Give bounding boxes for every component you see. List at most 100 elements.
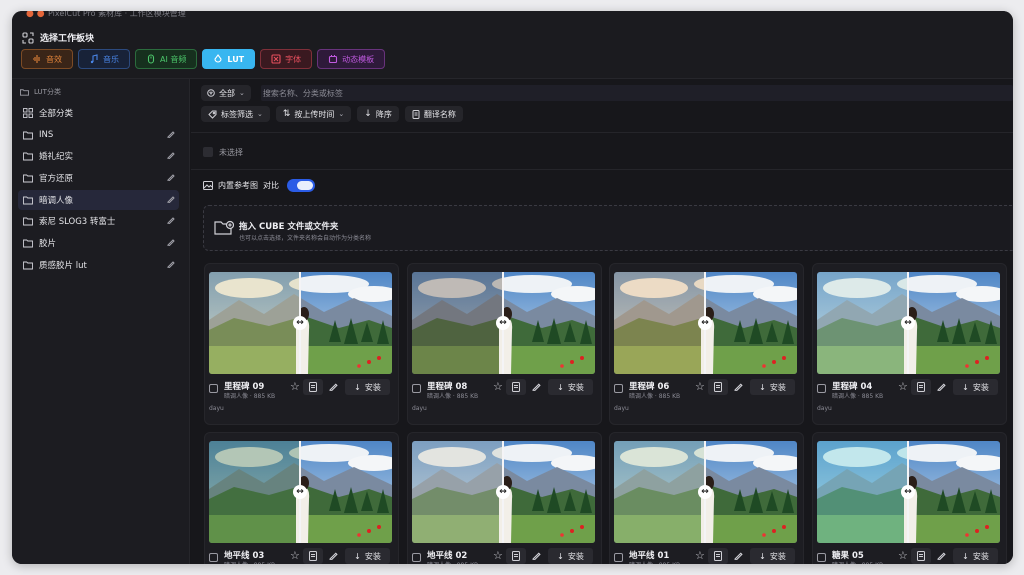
sidebar-item-1[interactable]: INS bbox=[18, 125, 179, 145]
sidebar-item-6[interactable]: 胶片 bbox=[18, 233, 179, 253]
card-checkbox[interactable] bbox=[614, 553, 623, 562]
star-icon[interactable]: ☆ bbox=[695, 549, 705, 562]
card-checkbox[interactable] bbox=[412, 384, 421, 393]
star-icon[interactable]: ☆ bbox=[493, 380, 503, 393]
card-checkbox[interactable] bbox=[209, 553, 218, 562]
install-button[interactable]: ↓ 安装 bbox=[953, 379, 998, 395]
star-icon[interactable]: ☆ bbox=[290, 380, 300, 393]
tab-0[interactable]: 音效 bbox=[21, 49, 73, 69]
star-icon[interactable]: ☆ bbox=[898, 380, 908, 393]
tab-1[interactable]: 音乐 bbox=[78, 49, 130, 69]
pencil-icon[interactable] bbox=[329, 382, 338, 391]
pencil-icon[interactable] bbox=[937, 382, 946, 391]
compare-handle-icon[interactable]: ↔ bbox=[698, 485, 712, 499]
tab-5[interactable]: 动态模板 bbox=[317, 49, 386, 69]
tab-4[interactable]: 字体 bbox=[260, 49, 313, 69]
lut-card[interactable]: ↔地平线 02暗调人像 · 885 KB☆↓安装 bbox=[407, 432, 602, 564]
lut-preview-image[interactable]: ↔ bbox=[209, 441, 392, 543]
details-button[interactable] bbox=[708, 548, 728, 564]
lut-card[interactable]: ↔ 里程碑 06 暗调人像 · 885 KB ☆ ↓ 安装 dayu bbox=[609, 263, 804, 425]
card-checkbox[interactable] bbox=[209, 384, 218, 393]
pencil-icon[interactable] bbox=[167, 216, 175, 225]
install-button[interactable]: ↓ 安装 bbox=[750, 379, 795, 395]
sidebar-item-0[interactable]: 全部分类 bbox=[18, 103, 179, 123]
select-all-checkbox[interactable] bbox=[203, 147, 213, 157]
workspace-icon bbox=[22, 31, 34, 44]
compare-handle-icon[interactable]: ↔ bbox=[496, 485, 510, 499]
sort-dropdown[interactable]: ⇅ 按上传时间 ⌄ bbox=[275, 106, 352, 122]
tag-filter-button[interactable]: 标签筛选 ⌄ bbox=[201, 106, 270, 122]
compare-handle-icon[interactable]: ↔ bbox=[901, 316, 915, 330]
pencil-icon[interactable] bbox=[937, 551, 946, 560]
install-button[interactable]: ↓ 安装 bbox=[750, 548, 795, 564]
lut-card[interactable]: ↔糖果 05暗调人像 · 885 KB☆↓安装 bbox=[812, 432, 1007, 564]
install-button[interactable]: ↓ 安装 bbox=[548, 548, 593, 564]
compare-handle-icon[interactable]: ↔ bbox=[901, 485, 915, 499]
order-button[interactable]: ↓ 降序 bbox=[357, 106, 399, 122]
pencil-icon[interactable] bbox=[734, 551, 743, 560]
install-button[interactable]: ↓ 安装 bbox=[345, 548, 390, 564]
cube-dropzone[interactable]: 拖入 CUBE 文件或文件夹 也可以点击选择，文件夹名称会自动作为分类名称 bbox=[203, 205, 1013, 251]
lut-preview-image[interactable]: ↔ bbox=[614, 441, 797, 543]
card-checkbox[interactable] bbox=[614, 384, 623, 393]
details-button[interactable] bbox=[303, 548, 323, 564]
lut-card[interactable]: ↔ 里程碑 04 暗调人像 · 885 KB ☆ ↓ 安装 dayu bbox=[812, 263, 1007, 425]
lut-preview-image[interactable]: ↔ bbox=[209, 272, 392, 374]
search-input[interactable]: 搜索名称、分类或标签 bbox=[260, 85, 1013, 101]
compare-handle-icon[interactable]: ↔ bbox=[496, 316, 510, 330]
lut-preview-image[interactable]: ↔ bbox=[412, 272, 595, 374]
pencil-icon[interactable] bbox=[167, 173, 175, 182]
tab-label: 动态模板 bbox=[342, 54, 375, 64]
card-checkbox[interactable] bbox=[817, 384, 826, 393]
compare-handle-icon[interactable]: ↔ bbox=[293, 316, 307, 330]
details-button[interactable] bbox=[506, 379, 526, 395]
download-icon: ↓ bbox=[759, 551, 766, 561]
scope-dropdown[interactable]: 全部 ⌄ bbox=[201, 85, 251, 101]
pencil-icon[interactable] bbox=[167, 151, 175, 160]
details-button[interactable] bbox=[506, 548, 526, 564]
star-icon[interactable]: ☆ bbox=[493, 549, 503, 562]
details-button[interactable] bbox=[911, 379, 931, 395]
lut-card[interactable]: ↔地平线 01暗调人像 · 885 KB☆↓安装 bbox=[609, 432, 804, 564]
install-button[interactable]: ↓ 安装 bbox=[548, 379, 593, 395]
pencil-icon[interactable] bbox=[167, 130, 175, 138]
sidebar-item-2[interactable]: 婚礼纪实 bbox=[18, 146, 179, 166]
compare-handle-icon[interactable]: ↔ bbox=[293, 485, 307, 499]
pencil-icon[interactable] bbox=[167, 238, 175, 247]
sidebar-item-7[interactable]: 质感胶片 lut bbox=[18, 255, 179, 275]
lut-card[interactable]: ↔ 里程碑 08 暗调人像 · 885 KB ☆ ↓ 安装 dayu bbox=[407, 263, 602, 425]
compare-label: 对比 bbox=[263, 181, 279, 190]
compare-handle-icon[interactable]: ↔ bbox=[698, 316, 712, 330]
details-button[interactable] bbox=[911, 548, 931, 564]
window-controls[interactable]: ● ● bbox=[26, 11, 45, 19]
lut-preview-image[interactable]: ↔ bbox=[412, 441, 595, 543]
sidebar-item-3[interactable]: 官方还原 bbox=[18, 168, 179, 188]
lut-preview-image[interactable]: ↔ bbox=[817, 272, 1000, 374]
tab-3[interactable]: LUT bbox=[202, 49, 256, 69]
translate-button[interactable]: 翻译名称 bbox=[404, 106, 463, 122]
install-button[interactable]: ↓ 安装 bbox=[953, 548, 998, 564]
pencil-icon[interactable] bbox=[532, 551, 541, 560]
star-icon[interactable]: ☆ bbox=[695, 380, 705, 393]
lut-preview-image[interactable]: ↔ bbox=[817, 441, 1000, 543]
sidebar-item-5[interactable]: 索尼 SLOG3 转富士 bbox=[18, 211, 179, 231]
lut-preview-image[interactable]: ↔ bbox=[614, 272, 797, 374]
install-button[interactable]: ↓ 安装 bbox=[345, 379, 390, 395]
details-button[interactable] bbox=[303, 379, 323, 395]
sidebar-item-4[interactable]: 暗调人像 bbox=[18, 189, 179, 210]
pencil-icon[interactable] bbox=[532, 382, 541, 391]
star-icon[interactable]: ☆ bbox=[898, 549, 908, 562]
card-checkbox[interactable] bbox=[817, 553, 826, 562]
lut-card[interactable]: ↔ 里程碑 09 暗调人像 · 885 KB ☆ ↓ 安装 dayu bbox=[204, 263, 399, 425]
tab-2[interactable]: AI 音频 bbox=[135, 49, 198, 69]
pencil-icon[interactable] bbox=[167, 195, 175, 203]
details-button[interactable] bbox=[708, 379, 728, 395]
star-icon[interactable]: ☆ bbox=[290, 549, 300, 562]
card-checkbox[interactable] bbox=[412, 553, 421, 562]
pencil-icon[interactable] bbox=[167, 260, 175, 268]
lut-card[interactable]: ↔地平线 03暗调人像 · 885 KB☆↓安装 bbox=[204, 432, 399, 564]
pencil-icon[interactable] bbox=[734, 382, 743, 391]
module-title: 选择工作板块 bbox=[22, 31, 94, 44]
pencil-icon[interactable] bbox=[329, 551, 338, 560]
compare-toggle[interactable] bbox=[287, 179, 315, 192]
